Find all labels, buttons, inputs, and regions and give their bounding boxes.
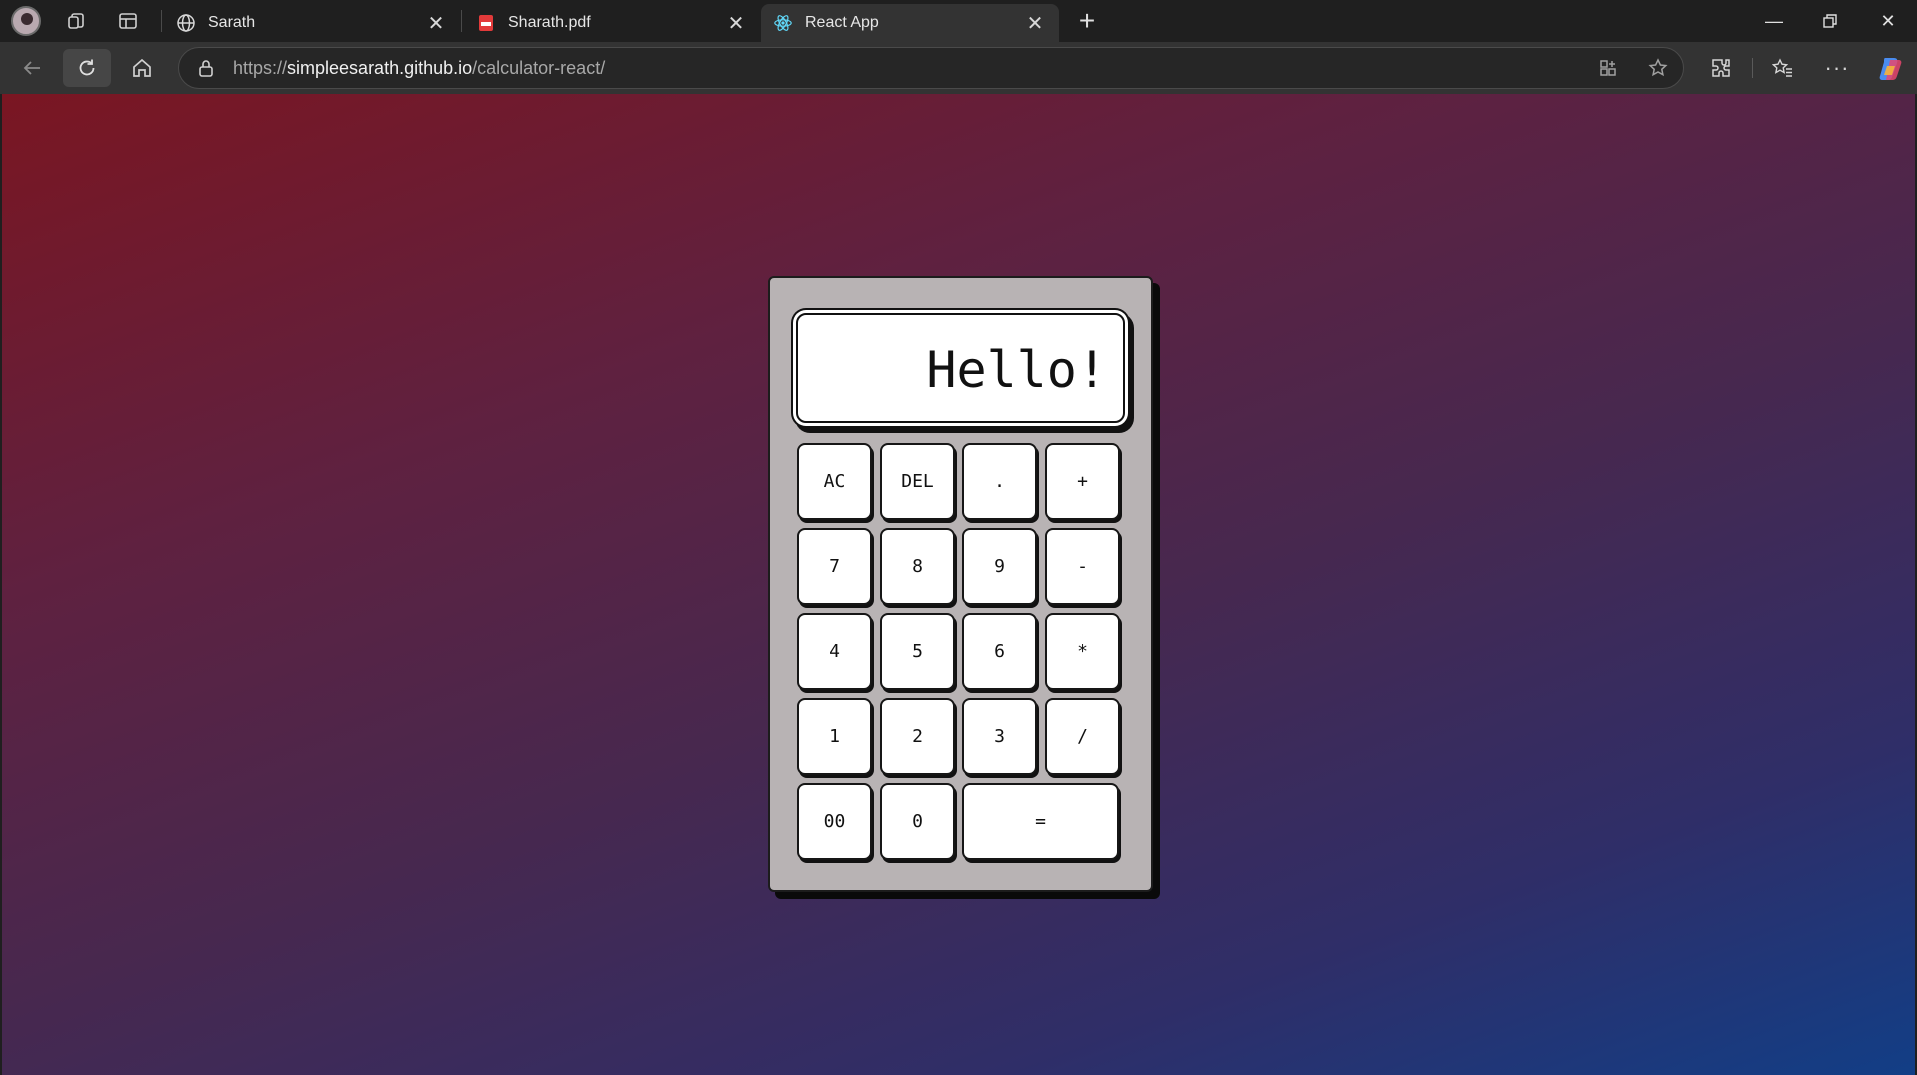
key-equals[interactable]: = (962, 783, 1119, 860)
key-1[interactable]: 1 (797, 698, 872, 775)
lock-icon[interactable] (179, 58, 233, 78)
key-divide[interactable]: / (1045, 698, 1120, 775)
favorite-star-icon[interactable] (1633, 58, 1683, 78)
calculator: Hello! AC DEL . + 7 8 9 - 4 5 6 * 1 2 3 … (768, 276, 1153, 892)
url-text[interactable]: https://simpleesarath.github.io/calculat… (233, 58, 1583, 79)
key-3[interactable]: 3 (962, 698, 1037, 775)
key-2[interactable]: 2 (880, 698, 955, 775)
url-scheme: https:// (233, 57, 288, 78)
minimize-button[interactable]: — (1746, 0, 1802, 42)
tab-label: Sharath.pdf (508, 14, 591, 31)
copilot-icon[interactable] (1868, 49, 1914, 87)
tab-label: React App (805, 14, 879, 31)
key-add[interactable]: + (1045, 443, 1120, 520)
key-9[interactable]: 9 (962, 528, 1037, 605)
key-7[interactable]: 7 (797, 528, 872, 605)
tab-react-app[interactable]: React App ✕ (761, 4, 1059, 42)
address-bar[interactable]: https://simpleesarath.github.io/calculat… (178, 47, 1684, 89)
key-double-zero[interactable]: 00 (797, 783, 872, 860)
extensions-icon[interactable] (1698, 49, 1744, 87)
close-icon[interactable]: ✕ (424, 11, 448, 36)
tab-sarath[interactable]: Sarath ✕ (164, 4, 460, 42)
collections-icon[interactable] (52, 0, 100, 42)
pdf-icon (476, 13, 496, 33)
key-8[interactable]: 8 (880, 528, 955, 605)
key-decimal[interactable]: . (962, 443, 1037, 520)
browser-title-bar: Sarath ✕ Sharath.pdf ✕ React App ✕ + — ✕ (0, 0, 1917, 42)
new-tab-button[interactable]: + (1070, 4, 1104, 38)
more-options-icon[interactable]: ··· (1814, 49, 1860, 87)
close-window-button[interactable]: ✕ (1860, 0, 1916, 42)
favorites-icon[interactable] (1760, 49, 1806, 87)
app-available-icon[interactable] (1583, 58, 1633, 78)
key-clear-all[interactable]: AC (797, 443, 872, 520)
reload-button[interactable] (63, 49, 111, 87)
page-viewport: Hello! AC DEL . + 7 8 9 - 4 5 6 * 1 2 3 … (2, 94, 1915, 1075)
tab-divider (161, 10, 162, 32)
react-icon (773, 13, 793, 33)
tab-sharath-pdf[interactable]: Sharath.pdf ✕ (464, 4, 760, 42)
calculator-display: Hello! (796, 313, 1125, 423)
key-4[interactable]: 4 (797, 613, 872, 690)
key-0[interactable]: 0 (880, 783, 955, 860)
key-subtract[interactable]: - (1045, 528, 1120, 605)
close-icon[interactable]: ✕ (1023, 11, 1047, 36)
key-5[interactable]: 5 (880, 613, 955, 690)
avatar (11, 6, 41, 36)
home-button[interactable] (118, 49, 166, 87)
display-text: Hello! (926, 341, 1107, 399)
tab-label: Sarath (208, 14, 256, 31)
toolbar-divider (1752, 58, 1753, 78)
globe-icon (176, 13, 196, 33)
url-path: /calculator-react/ (472, 57, 606, 78)
vertical-tabs-icon[interactable] (104, 0, 152, 42)
profile-avatar[interactable] (2, 0, 50, 42)
key-delete[interactable]: DEL (880, 443, 955, 520)
close-icon[interactable]: ✕ (724, 11, 748, 36)
key-6[interactable]: 6 (962, 613, 1037, 690)
restore-button[interactable] (1802, 0, 1858, 42)
back-button[interactable] (8, 49, 56, 87)
key-multiply[interactable]: * (1045, 613, 1120, 690)
tab-divider (461, 10, 462, 32)
url-host: simpleesarath.github.io (287, 57, 473, 78)
